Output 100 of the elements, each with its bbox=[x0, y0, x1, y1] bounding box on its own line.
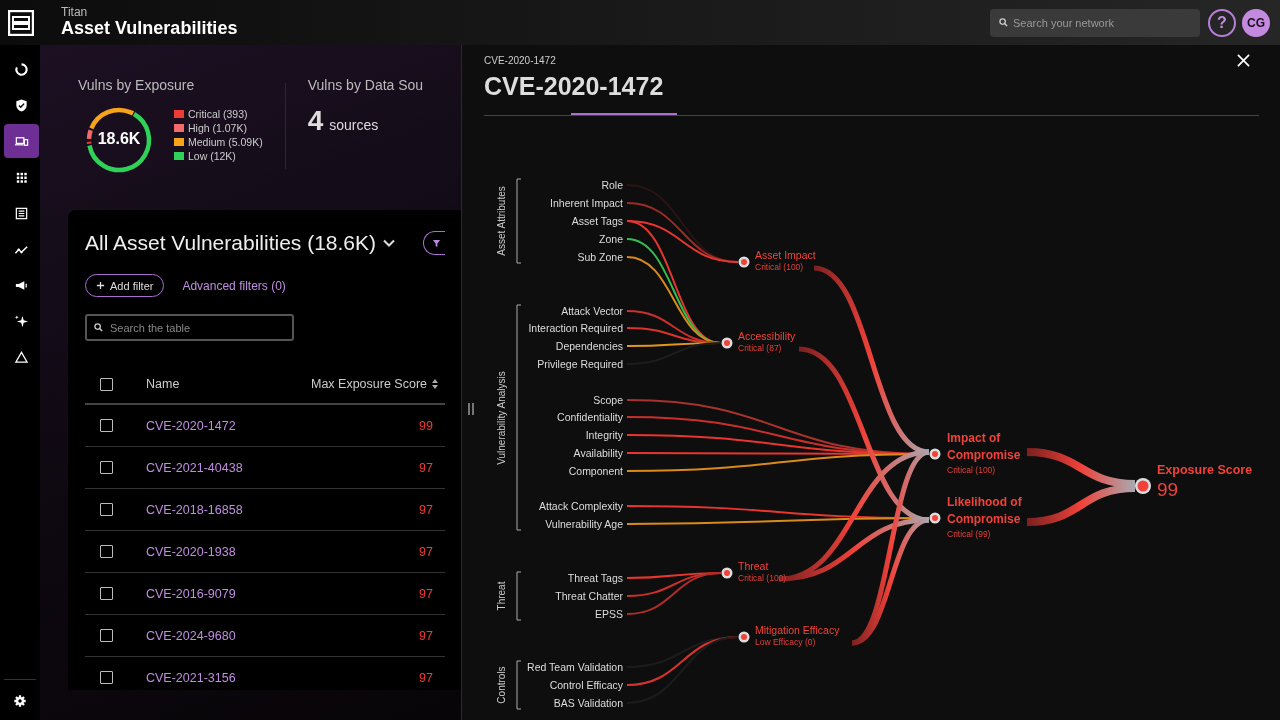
search-icon bbox=[999, 18, 1008, 27]
legend-label: Critical (393) bbox=[188, 108, 248, 120]
plus-icon bbox=[96, 281, 105, 290]
chevron-down-icon[interactable] bbox=[383, 239, 396, 247]
node-label: Exposure Score bbox=[1157, 463, 1253, 477]
group-label: Controls bbox=[495, 666, 507, 704]
factor-label: Asset Tags bbox=[571, 214, 623, 229]
exposure-ring-chart bbox=[84, 105, 154, 175]
source-count: 4 bbox=[307, 105, 324, 137]
factor-label: Integrity bbox=[585, 428, 623, 443]
nav-devices-icon[interactable] bbox=[4, 124, 39, 158]
score-cell: 97 bbox=[419, 460, 433, 475]
row-checkbox[interactable] bbox=[100, 545, 113, 558]
node-dot[interactable] bbox=[1135, 478, 1151, 494]
legend-label: High (1.07K) bbox=[188, 122, 247, 134]
node-label: Asset Impact bbox=[755, 249, 816, 261]
score-cell: 99 bbox=[419, 418, 433, 433]
factor-label: Privilege Required bbox=[537, 357, 623, 372]
cve-link[interactable]: CVE-2021-40438 bbox=[146, 460, 420, 475]
node-dot[interactable] bbox=[738, 256, 750, 268]
user-avatar[interactable]: CG bbox=[1242, 8, 1270, 37]
factor-label: Inherent Impact bbox=[550, 196, 623, 211]
factor-label: Scope bbox=[593, 393, 623, 408]
factor-label: BAS Validation bbox=[553, 696, 623, 711]
cve-link[interactable]: CVE-2018-16858 bbox=[146, 502, 420, 517]
node-label: Likelihood of Compromise bbox=[947, 494, 1023, 528]
node-rating: Critical (100) bbox=[947, 465, 997, 475]
search-field[interactable]: Search the table bbox=[85, 314, 294, 341]
help-button[interactable]: ? bbox=[1208, 8, 1236, 37]
row-checkbox[interactable] bbox=[100, 461, 113, 474]
node-rating: Low Efficacy (0) bbox=[755, 637, 817, 647]
group-bracket bbox=[516, 660, 522, 710]
factor-label: Red Team Validation bbox=[527, 660, 623, 675]
node-dot[interactable] bbox=[738, 631, 750, 643]
node-dot[interactable] bbox=[929, 512, 941, 524]
source-unit: sources bbox=[329, 117, 379, 133]
factor-label: Role bbox=[601, 178, 623, 193]
score-cell: 97 bbox=[419, 670, 433, 685]
sort-icon[interactable] bbox=[432, 379, 438, 389]
drawer-title: CVE-2020-1472 bbox=[484, 72, 664, 101]
row-checkbox[interactable] bbox=[100, 419, 113, 432]
score-cell: 97 bbox=[419, 628, 433, 643]
app-name: Titan bbox=[61, 6, 89, 20]
factor-label: Sub Zone bbox=[577, 250, 623, 265]
settings-icon[interactable] bbox=[13, 694, 27, 708]
row-checkbox[interactable] bbox=[100, 629, 113, 642]
legend-label: Low (12K) bbox=[188, 150, 236, 162]
column-header[interactable]: Max Exposure Score bbox=[310, 377, 427, 391]
resize-handle-icon[interactable] bbox=[468, 402, 474, 416]
app-logo[interactable] bbox=[8, 9, 34, 36]
node-rating: Critical (100) bbox=[738, 573, 787, 583]
row-checkbox[interactable] bbox=[100, 671, 113, 684]
group-label: Threat bbox=[495, 581, 507, 611]
node-rating: Critical (87) bbox=[738, 343, 783, 353]
legend-label: Medium (5.09K) bbox=[188, 136, 263, 148]
cve-link[interactable]: CVE-2020-1472 bbox=[146, 418, 420, 433]
factor-label: Control Efficacy bbox=[549, 678, 623, 693]
node-label: Impact of Compromise bbox=[947, 430, 1022, 464]
card-title: Vulns by Exposure bbox=[78, 77, 196, 93]
factor-label: Component bbox=[568, 464, 623, 479]
factor-label: Attack Complexity bbox=[538, 499, 623, 514]
score-cell: 97 bbox=[419, 586, 433, 601]
factor-label: Confidentiality bbox=[557, 410, 623, 425]
group-label: Vulnerability Analysis bbox=[495, 370, 507, 465]
cve-link[interactable]: CVE-2020-1938 bbox=[146, 544, 420, 559]
advanced-filters-link[interactable]: Advanced filters (0) bbox=[182, 278, 286, 293]
cve-link[interactable]: CVE-2016-9079 bbox=[146, 586, 420, 601]
factor-label: Threat Tags bbox=[567, 571, 623, 586]
column-header[interactable]: Name bbox=[146, 377, 311, 391]
factor-label: Interaction Required bbox=[528, 321, 623, 336]
table-title[interactable]: All Asset Vulnerabilities (18.6K) bbox=[85, 231, 377, 255]
factor-label: Dependencies bbox=[555, 339, 623, 354]
node-label: Accessibility bbox=[738, 330, 796, 342]
group-bracket bbox=[516, 571, 522, 621]
exposure-score-value: 99 bbox=[1157, 479, 1180, 501]
factor-label: Zone bbox=[599, 232, 623, 247]
factor-label: Threat Chatter bbox=[555, 589, 623, 604]
group-label: Asset Attributes bbox=[495, 186, 507, 256]
card-title: Vulns by Data Sou bbox=[307, 77, 424, 93]
node-label: Threat bbox=[738, 560, 770, 572]
cve-link[interactable]: CVE-2024-9680 bbox=[146, 628, 420, 643]
search-icon bbox=[94, 323, 103, 332]
node-dot[interactable] bbox=[721, 567, 733, 579]
score-cell: 97 bbox=[419, 502, 433, 517]
select-all-checkbox[interactable] bbox=[100, 377, 113, 391]
row-checkbox[interactable] bbox=[100, 503, 113, 516]
breadcrumb: CVE-2020-1472 bbox=[484, 55, 556, 66]
factor-label: Availability bbox=[573, 446, 623, 461]
page-title: Asset Vulnerabilities bbox=[61, 19, 238, 39]
factor-label: Vulnerability Age bbox=[545, 517, 623, 532]
node-rating: Critical (99) bbox=[947, 529, 992, 539]
score-cell: 97 bbox=[419, 544, 433, 559]
node-dot[interactable] bbox=[721, 337, 733, 349]
row-checkbox[interactable] bbox=[100, 587, 113, 600]
close-icon[interactable] bbox=[1237, 54, 1250, 67]
node-label: Mitigation Efficacy bbox=[755, 624, 840, 636]
cve-link[interactable]: CVE-2021-3156 bbox=[146, 670, 420, 685]
search-field[interactable]: Search your network bbox=[990, 8, 1200, 37]
node-dot[interactable] bbox=[929, 448, 941, 460]
factor-label: EPSS bbox=[595, 607, 623, 622]
